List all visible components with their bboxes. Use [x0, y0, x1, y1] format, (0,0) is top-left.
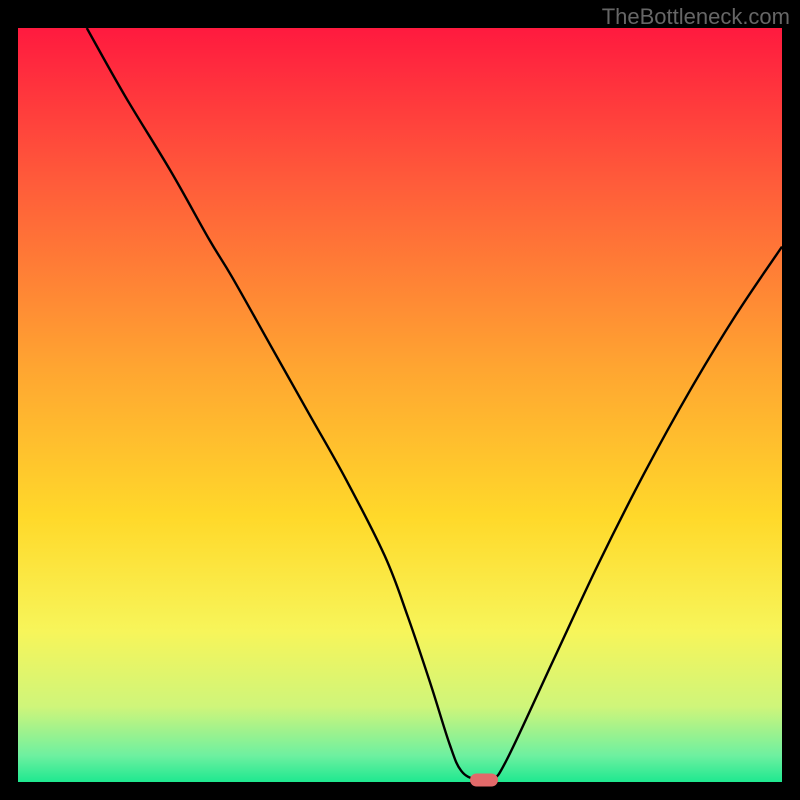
- chart-frame: [18, 28, 782, 782]
- optimal-marker: [470, 773, 498, 786]
- watermark-text: TheBottleneck.com: [602, 4, 790, 30]
- chart-gradient-background: [18, 28, 782, 782]
